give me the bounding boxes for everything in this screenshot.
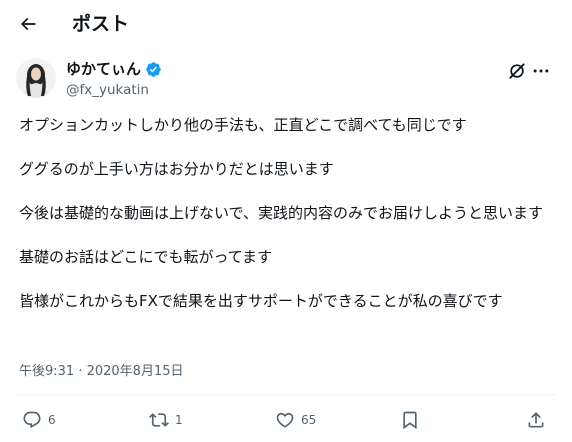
tweet-timestamp[interactable]: 午後9:31 · 2020年8月15日 <box>19 363 184 381</box>
author-display-name[interactable]: ゆかてぃん <box>66 60 141 78</box>
reply-icon <box>23 411 41 429</box>
top-bar: ポスト <box>0 0 572 48</box>
tweet-paragraph: 皆様がこれからもFXで結果を出すサポートができることが私の喜びです <box>19 292 503 310</box>
bookmark-icon <box>403 411 417 430</box>
back-arrow-icon <box>20 17 36 31</box>
tweet-text: オプションカットしかり他の手法も、正直どこで調べても同じです ググるのが上手い方… <box>19 114 559 334</box>
avatar[interactable] <box>16 58 56 98</box>
tweet-paragraph: 今後は基礎的な動画は上げないで、実践的内容のみでお届けしようと思います <box>19 204 543 222</box>
author-name-row[interactable]: ゆかてぃん <box>66 60 162 78</box>
reply-count: 6 <box>48 413 56 427</box>
like-icon <box>276 412 294 428</box>
more-button[interactable] <box>531 61 551 81</box>
share-button[interactable] <box>526 406 546 434</box>
tweet-paragraph: 基礎のお話はどこにでも転がってます <box>19 248 273 266</box>
action-bar: 6 1 65 <box>0 406 572 434</box>
like-button[interactable]: 65 <box>275 406 316 434</box>
author-handle[interactable]: @fx_yukatin <box>66 81 149 99</box>
repost-count: 1 <box>175 413 183 427</box>
reply-button[interactable]: 6 <box>22 406 56 434</box>
repost-button[interactable]: 1 <box>149 406 183 434</box>
verified-badge-icon <box>146 61 161 77</box>
bookmark-button[interactable] <box>400 406 420 434</box>
tweet-paragraph: ググるのが上手い方はお分かりだとは思います <box>19 160 334 178</box>
back-button[interactable] <box>14 10 42 38</box>
more-icon <box>533 69 549 73</box>
page-title: ポスト <box>72 13 130 35</box>
divider <box>16 394 556 395</box>
avatar-image <box>16 58 56 98</box>
repost-icon <box>149 413 169 427</box>
like-count: 65 <box>301 413 317 427</box>
grok-icon <box>509 63 525 79</box>
share-icon <box>528 412 544 428</box>
grok-button[interactable] <box>507 61 527 81</box>
tweet-paragraph: オプションカットしかり他の手法も、正直どこで調べても同じです <box>19 116 467 134</box>
